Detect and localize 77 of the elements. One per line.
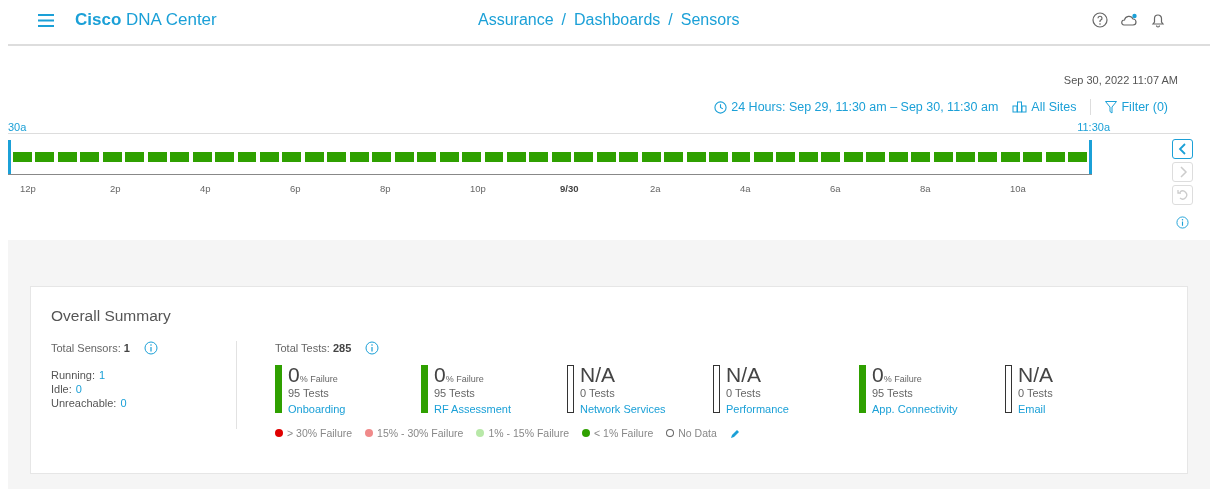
breadcrumb-separator: / xyxy=(561,11,567,29)
test-count: 0 Tests xyxy=(580,387,616,399)
range-handle[interactable] xyxy=(8,140,11,174)
chevron-right-icon xyxy=(1177,166,1188,178)
category-link[interactable]: Performance xyxy=(726,403,789,415)
no-data-value: N/A xyxy=(726,365,761,385)
sensor-state-label: Idle: xyxy=(51,383,72,395)
time-range-link[interactable]: 24 Hours: Sep 29, 11:30 am – Sep 30, 11:30 am xyxy=(714,100,999,114)
failure-unit: % Failure xyxy=(883,374,922,384)
failure-value: 0 xyxy=(288,365,300,385)
category-link[interactable]: RF Assessment xyxy=(434,403,512,415)
failure-value: 0 xyxy=(434,365,446,385)
axis-tick-label: 2a xyxy=(650,183,662,194)
test-count: 0 Tests xyxy=(1018,387,1053,399)
axis-tick-label: 8a xyxy=(920,183,932,194)
range-handle[interactable] xyxy=(1089,140,1092,174)
legend-label: < 1% Failure xyxy=(594,427,654,439)
help-icon[interactable] xyxy=(1092,12,1108,28)
chevron-left-icon xyxy=(1177,143,1188,155)
total-tests-label: Total Tests: 285 xyxy=(275,342,352,354)
axis-tick-label: 6a xyxy=(830,183,842,194)
menu-icon[interactable] xyxy=(38,13,54,27)
axis-tick-label: 4a xyxy=(740,183,752,194)
legend-label: > 30% Failure xyxy=(287,427,353,439)
breadcrumb-separator: / xyxy=(668,11,673,29)
sensor-count-link[interactable]: 0 xyxy=(75,383,82,395)
category-link[interactable]: Onboarding xyxy=(288,403,346,415)
total-sensors-label: Total Sensors: 1 xyxy=(51,342,130,354)
axis-tick-label: 6p xyxy=(290,183,302,194)
range-end-label: 11:30a xyxy=(1077,121,1110,133)
info-icon[interactable] xyxy=(1176,216,1189,229)
category-link[interactable]: Network Services xyxy=(580,403,666,415)
info-icon[interactable] xyxy=(143,341,158,355)
axis-tick-label: 8p xyxy=(380,183,392,194)
test-count: 95 Tests xyxy=(434,387,476,399)
legend-label: No Data xyxy=(678,427,717,439)
failure-value: 0 xyxy=(872,365,884,385)
axis-tick-label: 10a xyxy=(1010,183,1027,194)
axis-tick-label: 9/30 xyxy=(560,183,580,194)
refresh-icon xyxy=(1176,189,1189,201)
sensor-count-link[interactable]: 0 xyxy=(120,397,127,409)
category-link[interactable]: Email xyxy=(1018,403,1053,415)
sensor-state-label: Running: xyxy=(51,369,96,381)
timeline-bar[interactable] xyxy=(8,140,1092,175)
buildings-icon xyxy=(1012,101,1028,113)
axis-tick-label: 10p xyxy=(470,183,487,194)
legend-label: 1% - 15% Failure xyxy=(488,427,569,439)
breadcrumb-link[interactable]: Assurance xyxy=(478,11,554,29)
card-title: Overall Summary xyxy=(51,307,172,325)
failure-unit: % Failure xyxy=(445,374,484,384)
no-data-value: N/A xyxy=(1018,365,1053,385)
failure-unit: % Failure xyxy=(299,374,338,384)
axis-tick-label: 12p xyxy=(20,183,37,194)
sites-link[interactable]: All Sites xyxy=(1012,100,1077,114)
range-start-label: 30a xyxy=(8,121,27,133)
breadcrumb-link[interactable]: Sensors xyxy=(680,11,740,29)
app-title: Cisco DNA Center xyxy=(75,10,217,30)
category-link[interactable]: App. Connectivity xyxy=(872,403,958,415)
info-icon[interactable] xyxy=(365,341,380,355)
test-count: 0 Tests xyxy=(726,387,762,399)
breadcrumb-link[interactable]: Dashboards xyxy=(574,11,661,29)
test-count: 95 Tests xyxy=(288,387,330,399)
no-data-value: N/A xyxy=(580,365,615,385)
test-count: 95 Tests xyxy=(872,387,914,399)
bell-icon[interactable] xyxy=(1150,12,1166,28)
timestamp: Sep 30, 2022 11:07 AM xyxy=(1062,74,1179,86)
axis-tick-label: 4p xyxy=(200,183,212,194)
filter-link[interactable]: Filter (0) xyxy=(1105,100,1168,114)
axis-tick-label: 2p xyxy=(110,183,122,194)
filter-icon xyxy=(1105,100,1118,114)
previous-button[interactable] xyxy=(1172,139,1193,159)
sensor-state-label: Unreachable: xyxy=(51,397,117,409)
clock-icon xyxy=(714,100,728,114)
sensor-count-link[interactable]: 1 xyxy=(99,369,106,381)
pencil-icon[interactable] xyxy=(729,427,741,439)
cloud-icon[interactable] xyxy=(1120,13,1138,27)
legend-label: 15% - 30% Failure xyxy=(377,427,464,439)
